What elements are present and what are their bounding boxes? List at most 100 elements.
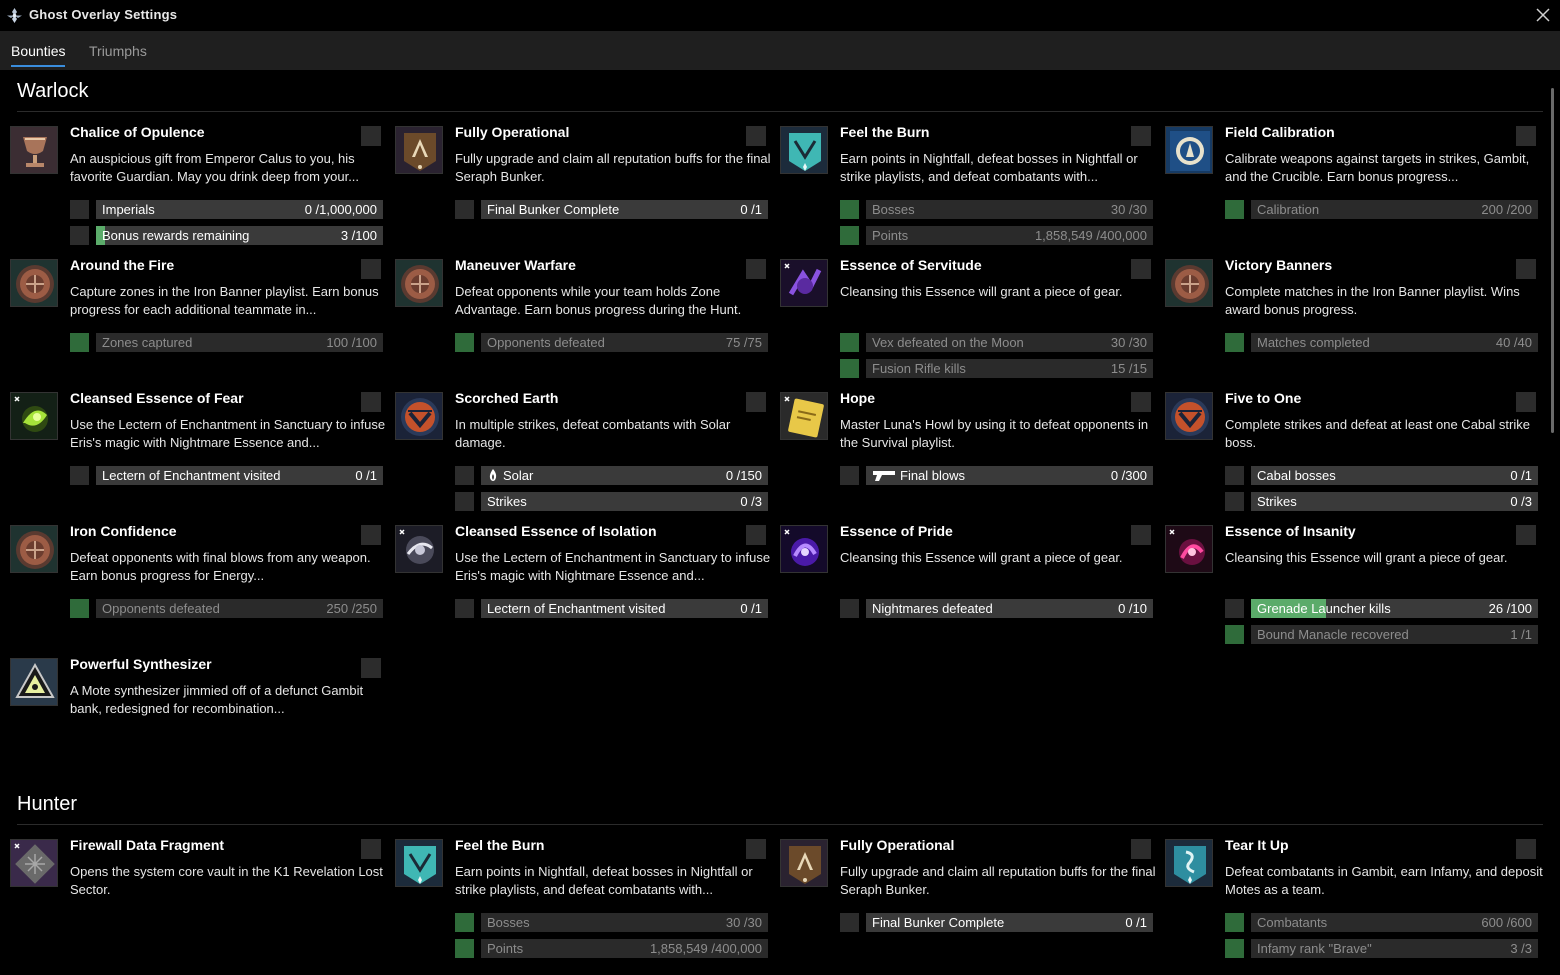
bounty-track-checkbox[interactable] [1516, 126, 1536, 146]
nightfall-banner-icon [395, 839, 443, 887]
objective-checkbox[interactable] [1225, 625, 1244, 644]
bounty-track-checkbox[interactable] [361, 259, 381, 279]
objective-row: Fusion Rifle kills 15 /15 [840, 359, 1153, 378]
objective-checkbox[interactable] [840, 913, 859, 932]
bounty-track-checkbox[interactable] [746, 259, 766, 279]
bounty-track-checkbox[interactable] [1516, 525, 1536, 545]
close-icon[interactable] [1534, 6, 1552, 24]
objective-checkbox[interactable] [455, 492, 474, 511]
objective-row: Vex defeated on the Moon 30 /30 [840, 333, 1153, 352]
objective-label-text: Strikes [487, 494, 527, 509]
objective-label: Lectern of Enchantment visited [102, 468, 281, 483]
objective-checkbox[interactable] [1225, 200, 1244, 219]
objective-value: 26 /100 [1488, 601, 1532, 616]
bounty-title: Essence of Pride [840, 523, 953, 539]
bounty-track-checkbox[interactable] [361, 392, 381, 412]
tab-bounties[interactable]: Bounties [11, 43, 65, 59]
objective-checkbox[interactable] [70, 226, 89, 245]
bounty-card: Powerful Synthesizer A Mote synthesizer j… [10, 656, 385, 778]
bounty-description: Earn points in Nightfall, defeat bosses … [455, 864, 753, 897]
bounty-track-checkbox[interactable] [361, 126, 381, 146]
objective-label: Strikes [487, 494, 527, 509]
bounty-track-checkbox[interactable] [1131, 126, 1151, 146]
objective-checkbox[interactable] [455, 200, 474, 219]
objective-checkbox[interactable] [840, 359, 859, 378]
objective-checkbox[interactable] [1225, 599, 1244, 618]
objective-value: 0 /3 [740, 494, 762, 509]
objective-row: Strikes 0 /3 [1225, 492, 1538, 511]
section-divider [17, 111, 1543, 112]
objective-value: 3 /100 [340, 228, 377, 243]
bounty-card: Feel the Burn Earn points in Nightfall, d… [780, 124, 1155, 246]
bounty-title: Scorched Earth [455, 390, 559, 406]
objective-progress-bar: Solar 0 /150 [481, 466, 768, 485]
bounty-track-checkbox[interactable] [746, 839, 766, 859]
objective-checkbox[interactable] [840, 226, 859, 245]
objective-row: Opponents defeated 250 /250 [70, 599, 383, 618]
bounty-track-checkbox[interactable] [746, 525, 766, 545]
bounty-track-checkbox[interactable] [1131, 259, 1151, 279]
objective-label-text: Matches completed [1257, 335, 1370, 350]
objective-label: Matches completed [1257, 335, 1370, 350]
objective-checkbox[interactable] [70, 599, 89, 618]
objective-progress-bar: Final Bunker Complete 0 /1 [866, 913, 1153, 932]
bounty-track-checkbox[interactable] [1131, 839, 1151, 859]
objective-checkbox[interactable] [1225, 333, 1244, 352]
objective-checkbox[interactable] [455, 333, 474, 352]
objective-row: Cabal bosses 0 /1 [1225, 466, 1538, 485]
essence-pride-icon [780, 525, 828, 573]
objective-row: Bosses 30 /30 [455, 913, 768, 932]
objective-checkbox[interactable] [70, 466, 89, 485]
objective-checkbox[interactable] [1225, 913, 1244, 932]
objective-checkbox[interactable] [70, 333, 89, 352]
objective-label-text: Bosses [487, 915, 530, 930]
objective-label-text: Bonus rewards remaining [102, 228, 250, 243]
objective-value: 0 /10 [1118, 601, 1147, 616]
bounty-track-checkbox[interactable] [1516, 392, 1536, 412]
tab-triumphs[interactable]: Triumphs [89, 43, 147, 59]
bounty-track-checkbox[interactable] [361, 658, 381, 678]
bounty-description: Fully upgrade and claim all reputation b… [455, 151, 771, 184]
bounty-track-checkbox[interactable] [1131, 392, 1151, 412]
objective-label: Zones captured [102, 335, 192, 350]
objective-checkbox[interactable] [70, 200, 89, 219]
bounty-description: Defeat opponents while your team holds Z… [455, 284, 742, 317]
bounty-track-checkbox[interactable] [361, 525, 381, 545]
objective-checkbox[interactable] [455, 939, 474, 958]
objective-value: 250 /250 [326, 601, 377, 616]
objective-label: Final blows [872, 468, 965, 483]
bounty-title: Tear It Up [1225, 837, 1289, 853]
bounty-track-checkbox[interactable] [361, 839, 381, 859]
bounties-list[interactable]: Warlock Chalice of Opulence An auspicious … [0, 70, 1550, 975]
objective-row: Final Bunker Complete 0 /1 [455, 200, 768, 219]
section-title: Hunter [17, 793, 78, 815]
objective-value: 0 /1 [740, 202, 762, 217]
objective-value: 1 /1 [1510, 627, 1532, 642]
objective-checkbox[interactable] [840, 333, 859, 352]
bounty-track-checkbox[interactable] [1516, 839, 1536, 859]
objective-checkbox[interactable] [455, 913, 474, 932]
objective-row: Infamy rank "Brave" 3 /3 [1225, 939, 1538, 958]
bounty-track-checkbox[interactable] [746, 126, 766, 146]
objective-row: Lectern of Enchantment visited 0 /1 [70, 466, 383, 485]
objective-label-text: Lectern of Enchantment visited [102, 468, 281, 483]
bounty-title: Powerful Synthesizer [70, 656, 212, 672]
bounty-title: Fully Operational [840, 837, 955, 853]
objective-label-text: Fusion Rifle kills [872, 361, 966, 376]
bounty-track-checkbox[interactable] [746, 392, 766, 412]
objective-checkbox[interactable] [455, 599, 474, 618]
bounty-track-checkbox[interactable] [1131, 525, 1151, 545]
objective-checkbox[interactable] [840, 599, 859, 618]
objective-checkbox[interactable] [840, 466, 859, 485]
objective-checkbox[interactable] [1225, 466, 1244, 485]
objective-label: Combatants [1257, 915, 1327, 930]
objective-checkbox[interactable] [1225, 939, 1244, 958]
objective-checkbox[interactable] [455, 466, 474, 485]
bounty-track-checkbox[interactable] [1516, 259, 1536, 279]
bounty-description: Master Luna's Howl by using it to defeat… [840, 417, 1149, 450]
objective-value: 3 /3 [1510, 941, 1532, 956]
iron-banner-icon [10, 525, 58, 573]
scrollbar[interactable] [1551, 88, 1554, 433]
objective-checkbox[interactable] [840, 200, 859, 219]
objective-checkbox[interactable] [1225, 492, 1244, 511]
